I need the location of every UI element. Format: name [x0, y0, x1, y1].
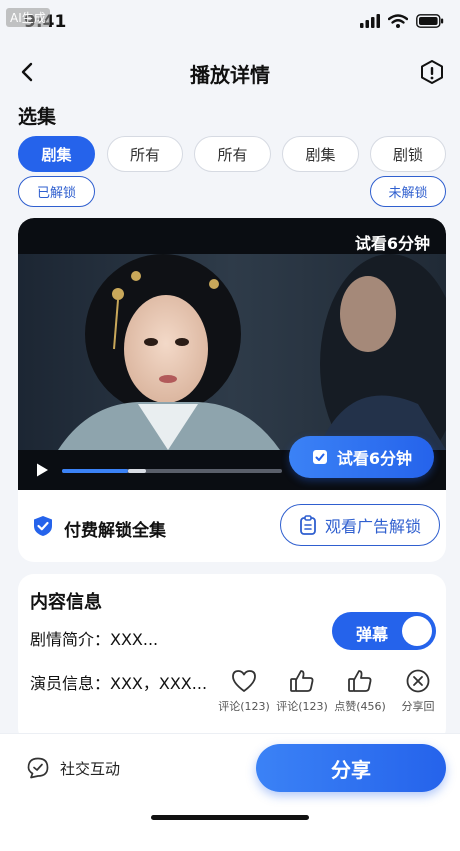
chat-check-icon [27, 757, 49, 779]
status-icons [360, 14, 444, 28]
synopsis-text: 剧情简介：XXX... [30, 630, 159, 649]
battery-icon [416, 14, 444, 28]
action-label-2: 点赞(456) [334, 700, 386, 713]
video-frame [18, 254, 446, 450]
pay-unlock-label[interactable]: 付费解锁全集 [64, 516, 166, 541]
progress-fill [62, 469, 128, 473]
episodes-title: 选集 [18, 106, 57, 128]
locked-filter-button[interactable]: 未解锁 [370, 176, 446, 207]
nav-bar: 播放详情 [0, 50, 460, 94]
thumbs-up-icon [290, 670, 314, 692]
trial-watch-label: 试看6分钟 [336, 449, 413, 468]
wifi-icon [388, 14, 408, 28]
ai-watermark: AI生成 [6, 8, 50, 27]
action-like-1[interactable]: 评论(123) [272, 668, 332, 714]
action-label-1: 评论(123) [276, 700, 328, 713]
pay-row: 付费解锁全集 观看广告解锁 [18, 504, 446, 550]
play-icon[interactable] [34, 462, 50, 478]
page-title: 播放详情 [190, 63, 270, 87]
close-circle-icon [406, 669, 430, 693]
action-like-2[interactable]: 点赞(456) [330, 668, 390, 714]
watch-ad-unlock-button[interactable]: 观看广告解锁 [280, 504, 440, 546]
social-label: 社交互动 [60, 759, 121, 778]
danmaku-label: 弹幕 [356, 625, 389, 644]
episode-chips: 剧集 所有 所有 剧集 剧锁 [18, 136, 446, 172]
danmaku-toggle[interactable]: 弹幕 [332, 612, 436, 650]
cast-text: 演员信息：XXX，XXX... [30, 674, 208, 693]
ticket-icon [312, 450, 327, 464]
action-label-0: 评论(123) [218, 700, 270, 713]
progress-buffered [128, 469, 146, 473]
content-info-card: 内容信息 剧情简介：XXX... 演员信息：XXX，XXX... 弹幕 评论(1… [18, 574, 446, 744]
progress-track[interactable] [62, 469, 282, 473]
home-indicator [151, 815, 309, 820]
action-label-3: 分享回 [401, 700, 435, 713]
watch-ad-label: 观看广告解锁 [324, 517, 421, 536]
trial-badge: 试看6分钟 [354, 234, 430, 253]
action-close[interactable]: 分享回 [388, 668, 448, 714]
chip-1[interactable]: 所有 [107, 136, 183, 172]
status-bar: 9:41 AI生成 [0, 0, 460, 46]
heart-icon [232, 670, 256, 692]
trial-watch-button[interactable]: 试看6分钟 [289, 436, 434, 478]
info-icon[interactable] [418, 58, 446, 86]
chip-3[interactable]: 剧集 [282, 136, 359, 172]
unlocked-filter-button[interactable]: 已解锁 [18, 176, 95, 207]
video-player[interactable]: 试看6分钟 试看6分钟 [18, 218, 446, 490]
chip-0[interactable]: 剧集 [18, 136, 95, 172]
share-button[interactable]: 分享 [256, 744, 446, 792]
signal-icon [360, 14, 380, 28]
content-info-title: 内容信息 [30, 592, 102, 613]
shield-check-icon[interactable] [32, 515, 54, 537]
clipboard-icon [300, 515, 316, 535]
thumbs-up-icon [348, 670, 372, 692]
action-heart[interactable]: 评论(123) [214, 668, 274, 714]
chip-4[interactable]: 剧锁 [370, 136, 446, 172]
player-card: 试看6分钟 试看6分钟 付费解锁全集 观看广告解锁 [18, 218, 446, 562]
chip-2[interactable]: 所有 [194, 136, 271, 172]
social-interaction-button[interactable]: 社交互动 [26, 756, 120, 780]
bottom-bar: 社交互动 分享 [0, 733, 460, 851]
toggle-knob [402, 616, 432, 646]
